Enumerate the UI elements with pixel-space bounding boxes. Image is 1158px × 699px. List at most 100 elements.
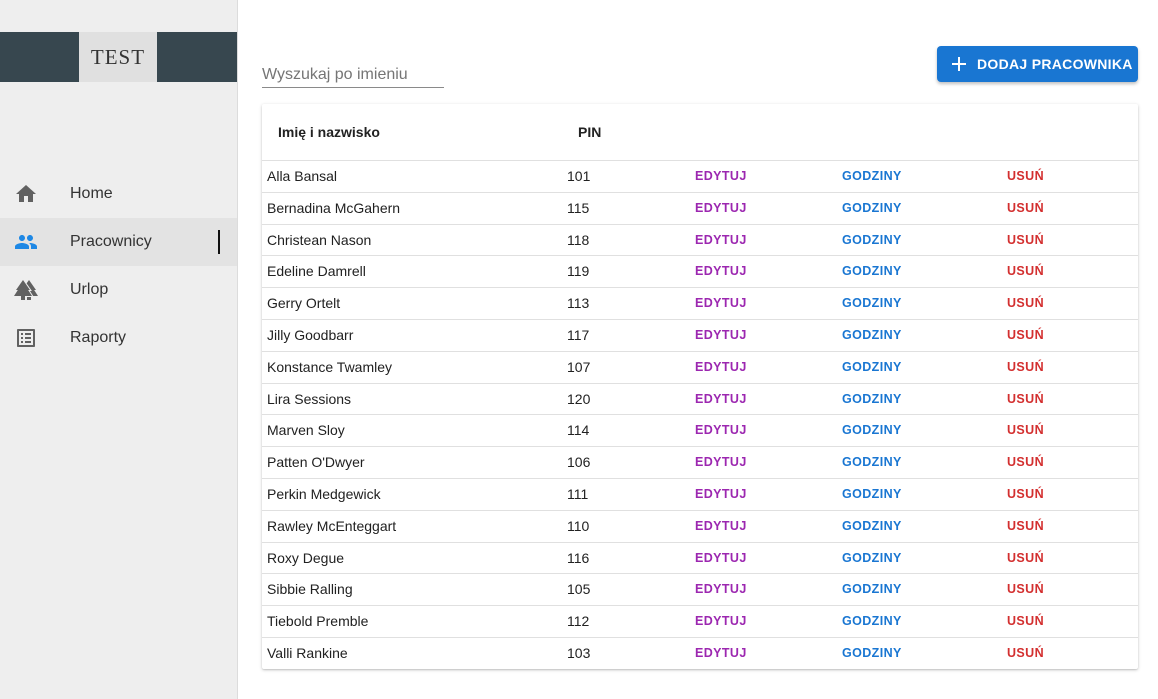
delete-button[interactable]: USUŃ — [1007, 455, 1044, 469]
table-header: Imię i nazwisko PIN — [262, 104, 1138, 161]
hours-button[interactable]: GODZINY — [842, 646, 902, 660]
employee-pin: 103 — [567, 644, 591, 661]
table-row: Christean Nason 118 EDYTUJ GODZINY USUŃ — [262, 225, 1138, 257]
delete-button[interactable]: USUŃ — [1007, 201, 1044, 215]
hours-button[interactable]: GODZINY — [842, 519, 902, 533]
delete-button[interactable]: USUŃ — [1007, 169, 1044, 183]
delete-button[interactable]: USUŃ — [1007, 296, 1044, 310]
employee-name: Jilly Goodbarr — [267, 326, 354, 343]
edit-button[interactable]: EDYTUJ — [695, 201, 747, 215]
edit-button[interactable]: EDYTUJ — [695, 264, 747, 278]
edit-button[interactable]: EDYTUJ — [695, 646, 747, 660]
edit-button[interactable]: EDYTUJ — [695, 487, 747, 501]
delete-button[interactable]: USUŃ — [1007, 328, 1044, 342]
sidebar-item-label: Pracownicy — [70, 233, 152, 250]
logo[interactable]: TEST — [79, 32, 157, 82]
delete-button[interactable]: USUŃ — [1007, 487, 1044, 501]
hours-button[interactable]: GODZINY — [842, 392, 902, 406]
employee-name: Edeline Damrell — [267, 263, 366, 280]
table-row: Perkin Medgewick 111 EDYTUJ GODZINY USUŃ — [262, 479, 1138, 511]
table-row: Jilly Goodbarr 117 EDYTUJ GODZINY USUŃ — [262, 320, 1138, 352]
employee-pin: 110 — [567, 517, 590, 534]
add-employee-button[interactable]: DODAJ PRACOWNIKA — [937, 46, 1138, 82]
edit-button[interactable]: EDYTUJ — [695, 519, 747, 533]
home-icon — [14, 182, 38, 206]
table-row: Roxy Degue 116 EDYTUJ GODZINY USUŃ — [262, 543, 1138, 575]
edit-button[interactable]: EDYTUJ — [695, 233, 747, 247]
table-row: Rawley McEnteggart 110 EDYTUJ GODZINY USUŃ — [262, 511, 1138, 543]
employee-pin: 113 — [567, 295, 590, 312]
hours-button[interactable]: GODZINY — [842, 582, 902, 596]
employee-name: Tiebold Premble — [267, 613, 369, 630]
edit-button[interactable]: EDYTUJ — [695, 360, 747, 374]
hours-button[interactable]: GODZINY — [842, 360, 902, 374]
employee-pin: 106 — [567, 454, 591, 471]
delete-button[interactable]: USUŃ — [1007, 233, 1044, 247]
hours-button[interactable]: GODZINY — [842, 423, 902, 437]
employee-pin: 117 — [567, 326, 590, 343]
employee-pin: 111 — [567, 485, 589, 502]
delete-button[interactable]: USUŃ — [1007, 360, 1044, 374]
table-row: Tiebold Premble 112 EDYTUJ GODZINY USUŃ — [262, 606, 1138, 638]
edit-button[interactable]: EDYTUJ — [695, 551, 747, 565]
employee-name: Roxy Degue — [267, 549, 345, 566]
edit-button[interactable]: EDYTUJ — [695, 392, 747, 406]
people-icon — [14, 230, 38, 254]
employee-name: Rawley McEnteggart — [267, 517, 397, 534]
employee-name: Alla Bansal — [267, 168, 338, 184]
column-header-pin[interactable]: PIN — [578, 124, 601, 140]
edit-button[interactable]: EDYTUJ — [695, 614, 747, 628]
app-root: TEST Home Pracownicy Urlop Raporty Wyszu… — [0, 0, 1158, 699]
employee-pin: 118 — [567, 231, 590, 248]
hours-button[interactable]: GODZINY — [842, 233, 902, 247]
delete-button[interactable]: USUŃ — [1007, 519, 1044, 533]
table-body: Alla Bansal 101 EDYTUJ GODZINY USUŃ Bernadina… — [262, 161, 1138, 670]
search-input[interactable] — [262, 56, 444, 88]
employee-name: Sibbie Ralling — [267, 581, 353, 598]
hours-button[interactable]: GODZINY — [842, 551, 902, 565]
employee-pin: 115 — [567, 199, 590, 216]
table-row: Alla Bansal 101 EDYTUJ GODZINY USUŃ — [262, 161, 1138, 193]
hours-button[interactable]: GODZINY — [842, 328, 902, 342]
employee-pin: 120 — [567, 390, 591, 407]
delete-button[interactable]: USUŃ — [1007, 646, 1044, 660]
table-row: Edeline Damrell 119 EDYTUJ GODZINY USUŃ — [262, 256, 1138, 289]
table-row: Konstance Twamley 107 EDYTUJ GODZINY USUŃ — [262, 352, 1138, 384]
delete-button[interactable]: USUŃ — [1007, 423, 1044, 437]
hours-button[interactable]: GODZINY — [842, 455, 902, 469]
edit-button[interactable]: EDYTUJ — [695, 169, 747, 183]
delete-button[interactable]: USUŃ — [1007, 392, 1044, 406]
sidebar-item-urlop[interactable]: Urlop — [0, 266, 237, 314]
hours-button[interactable]: GODZINY — [842, 614, 902, 628]
hours-button[interactable]: GODZINY — [842, 487, 902, 501]
table-row: Sibbie Ralling 105 EDYTUJ GODZINY USUŃ — [262, 574, 1138, 607]
hours-button[interactable]: GODZINY — [842, 201, 902, 215]
sidebar-item-home[interactable]: Home — [0, 170, 237, 218]
edit-button[interactable]: EDYTUJ — [695, 423, 747, 437]
delete-button[interactable]: USUŃ — [1007, 264, 1044, 278]
employee-name: Lira Sessions — [267, 390, 352, 407]
sidebar-item-pracownicy[interactable]: Pracownicy — [0, 218, 237, 266]
table-row: Patten O'Dwyer 106 EDYTUJ GODZINY USUŃ — [262, 447, 1138, 479]
table-row: Valli Rankine 103 EDYTUJ GODZINY USUŃ — [262, 638, 1138, 670]
edit-button[interactable]: EDYTUJ — [695, 582, 747, 596]
hours-button[interactable]: GODZINY — [842, 169, 902, 183]
edit-button[interactable]: EDYTUJ — [695, 296, 747, 310]
sidebar: TEST Home Pracownicy Urlop Raporty — [0, 0, 238, 699]
employee-pin: 105 — [567, 581, 591, 598]
trees-icon — [14, 278, 38, 302]
employee-name: Konstance Twamley — [267, 358, 393, 375]
sidebar-item-label: Urlop — [70, 281, 109, 298]
employee-pin: 101 — [567, 168, 591, 184]
column-header-name[interactable]: Imię i nazwisko — [278, 124, 380, 140]
delete-button[interactable]: USUŃ — [1007, 582, 1044, 596]
edit-button[interactable]: EDYTUJ — [695, 328, 747, 342]
delete-button[interactable]: USUŃ — [1007, 551, 1044, 565]
delete-button[interactable]: USUŃ — [1007, 614, 1044, 628]
hours-button[interactable]: GODZINY — [842, 264, 902, 278]
hours-button[interactable]: GODZINY — [842, 296, 902, 310]
table-row: Marven Sloy 114 EDYTUJ GODZINY USUŃ — [262, 415, 1138, 448]
table-row: Gerry Ortelt 113 EDYTUJ GODZINY USUŃ — [262, 288, 1138, 320]
edit-button[interactable]: EDYTUJ — [695, 455, 747, 469]
sidebar-item-raporty[interactable]: Raporty — [0, 314, 237, 362]
